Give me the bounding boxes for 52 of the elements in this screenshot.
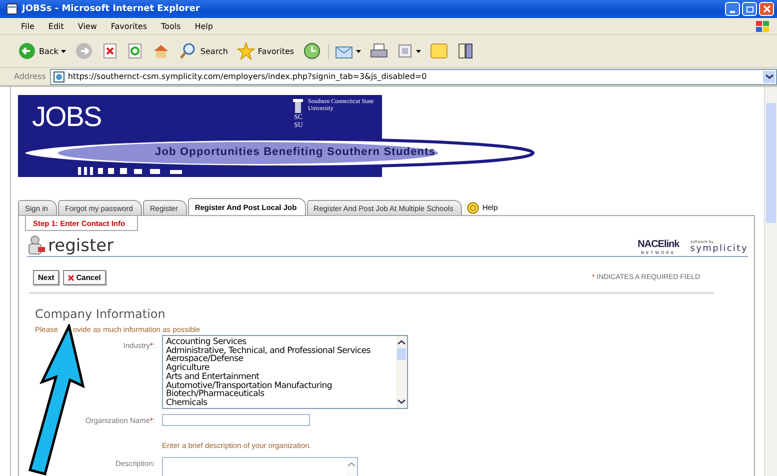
search-button[interactable]: Search (177, 42, 230, 60)
page-icon (52, 70, 65, 82)
page-icon (6, 3, 18, 15)
dropdown-icon[interactable] (763, 70, 775, 82)
window-title: JOBSs - Microsoft Internet Explorer (22, 4, 200, 14)
menu-item[interactable]: File (14, 22, 42, 30)
industry-listbox[interactable]: Accounting Services Administrative, Technical, and Professional Services Aerospace/Defense Agriculture Arts and Entertainment Automotive/Transportation Manufacturing Biotech/Pharmaceuticals Chemicals (162, 335, 408, 409)
minimize-button[interactable] (725, 2, 740, 16)
list-option[interactable]: Accounting Services (166, 338, 394, 347)
close-icon (762, 5, 770, 13)
column-icon (293, 99, 303, 113)
close-icon (68, 274, 74, 280)
jobs-logo: JOBS (32, 101, 102, 133)
search-icon (179, 42, 198, 60)
section-title: Company Information (35, 307, 166, 321)
list-option[interactable]: Aerospace/Defense (166, 355, 394, 364)
caret-icon (61, 50, 66, 52)
page-scrollbar[interactable] (764, 87, 777, 476)
list-option[interactable]: Chemicals (166, 398, 394, 408)
restore-button[interactable] (742, 2, 757, 16)
scroll-thumb[interactable] (397, 348, 406, 360)
close-button[interactable] (759, 2, 774, 16)
menu-item[interactable]: View (70, 22, 104, 30)
envelope-icon (335, 44, 354, 58)
list-option[interactable]: Administrative, Technical, and Professional Services (166, 346, 394, 356)
caret-icon (356, 50, 362, 52)
caret-icon (416, 50, 422, 52)
list-option[interactable]: Automotive/Transportation Manufacturing (166, 382, 394, 390)
print-button[interactable] (368, 43, 390, 59)
mail-button[interactable] (328, 44, 364, 58)
scrollbar[interactable] (396, 336, 407, 408)
scroll-down-icon[interactable] (397, 398, 406, 406)
address-label: Address (14, 72, 46, 81)
lock-person-icon (27, 235, 47, 255)
restore-icon (746, 5, 754, 13)
menu-item[interactable]: Help (188, 22, 220, 30)
list-option[interactable]: Arts and Entertainment (166, 372, 394, 382)
favorites-button[interactable]: Favorites (234, 42, 296, 60)
menu-item[interactable]: Tools (154, 22, 188, 30)
tagline: Job Opportunities Benefiting Southern Students (155, 146, 436, 158)
list-option[interactable]: Biotech/Pharmaceuticals (166, 390, 394, 399)
address-field[interactable]: https://southernct-csm.symplicity.com/employers/index.php?signin_tab=3&js_disabled=0 (50, 68, 777, 84)
back-button[interactable]: Back (16, 42, 68, 60)
menu-item[interactable]: Favorites (104, 22, 154, 30)
windows-logo-icon (755, 20, 771, 32)
list-option[interactable]: Agriculture (166, 364, 394, 373)
page-title: register (48, 237, 114, 255)
menu-item[interactable]: Edit (41, 22, 71, 30)
scroll-up-icon[interactable] (397, 338, 406, 346)
help-icon (467, 202, 480, 214)
organization-name-field[interactable] (162, 414, 310, 426)
star-icon (236, 42, 255, 60)
